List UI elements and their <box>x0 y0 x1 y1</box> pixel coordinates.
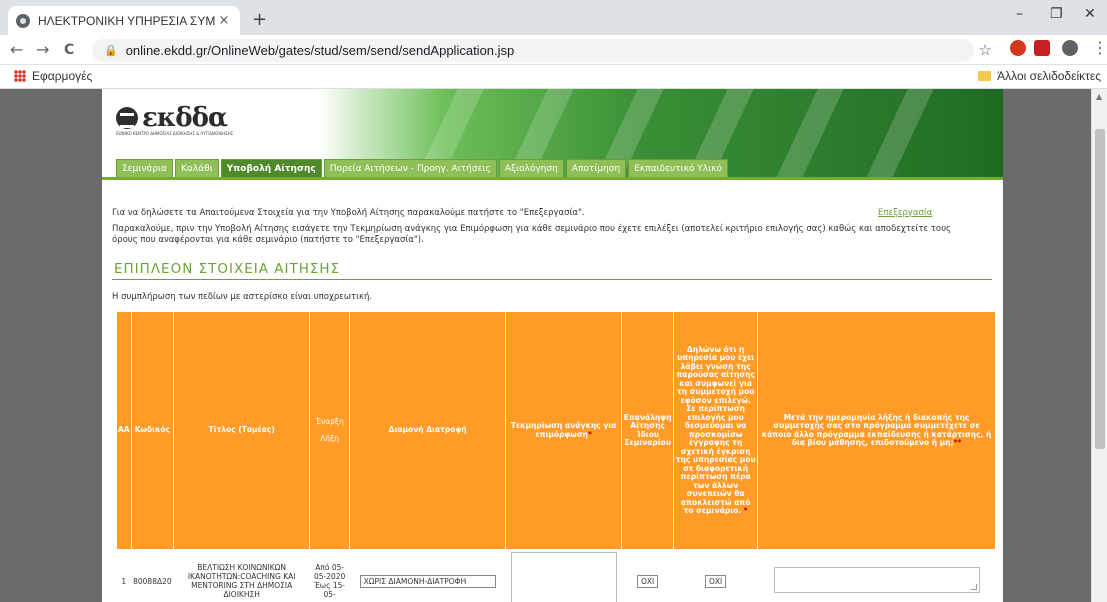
browser-menu-icon[interactable]: ⋮ <box>1092 38 1107 57</box>
opera-extension-icon[interactable] <box>1010 40 1026 56</box>
other-bookmarks-label: Άλλοι σελιδοδείκτες <box>997 69 1101 83</box>
logo-subtitle: ΕΘΝΙΚΟ ΚΕΝΤΡΟ ΔΗΜΟΣΙΑΣ ΔΙΟΙΚΗΣΗΣ & ΑΥΤΟΔ… <box>116 131 234 136</box>
cell-dates: Από 05-05-2020 Έως 15-05- <box>309 549 350 602</box>
lock-icon: 🔒 <box>104 45 118 57</box>
col-justification-label: Τεκμηρίωση ανάγκης για επιμόρφωση <box>510 421 617 439</box>
site-logo[interactable]: εκδδα <box>116 103 228 133</box>
cell-other-program <box>757 549 996 602</box>
profile-icon[interactable] <box>1062 40 1078 56</box>
required-star: * <box>743 506 748 515</box>
col-end: Λήξη <box>320 433 340 443</box>
browser-tab-bar: ΗΛΕΚΤΡΟΝΙΚΗ ΥΠΗΡΕΣΙΑ ΣΥΜΜ × + – ❐ ✕ <box>0 0 1107 35</box>
site-favicon-icon <box>16 13 30 28</box>
bookmark-star-icon[interactable]: ☆ <box>979 41 992 59</box>
justification-instruction-line1: Παρακαλούμε, πριν την Υποβολή Αίτησης ει… <box>112 224 952 234</box>
menu-item-educational-material[interactable]: Εκπαιδευτικό Υλικό <box>628 159 728 177</box>
col-justification: Τεκμηρίωση ανάγκης για επιμόρφωση* <box>505 311 623 550</box>
logo-text: εκδδα <box>142 103 228 133</box>
page-left-gutter <box>0 89 102 602</box>
forward-icon[interactable]: → <box>36 40 49 59</box>
other-bookmarks[interactable]: Άλλοι σελιδοδείκτες <box>978 69 1101 83</box>
col-start: Έναρξη <box>315 416 344 426</box>
close-window-icon[interactable]: ✕ <box>1084 6 1096 22</box>
menu-item-application-progress[interactable]: Πορεία Αιτήσεων - Προηγ. Αιτήσεις <box>323 159 497 177</box>
section-rule <box>112 279 992 280</box>
declaration-select[interactable]: ΟΧΙ <box>705 574 727 588</box>
col-code: Κωδικός <box>130 311 175 550</box>
table-row: 1 80088Δ20 ΒΕΛΤΙΩΣΗ ΚΟΙΝΩΝΙΚΩΝ ΙΚΑΝΟΤΗΤΩ… <box>116 549 996 602</box>
cell-declaration: ΟΧΙ <box>673 549 758 602</box>
accommodation-select[interactable]: ΧΩΡΙΣ ΔΙΑΜΟΝΗ-ΔΙΑΤΡΟΦΗ <box>359 574 496 588</box>
new-tab-button[interactable]: + <box>252 9 267 30</box>
cell-aa: 1 <box>116 549 132 602</box>
tab-close-icon[interactable]: × <box>216 13 232 28</box>
page-content: εκδδα ΕΘΝΙΚΟ ΚΕΝΤΡΟ ΔΗΜΟΣΙΑΣ ΔΙΟΙΚΗΣΗΣ &… <box>102 89 1003 602</box>
address-bar[interactable]: 🔒 online.ekdd.gr/OnlineWeb/gates/stud/se… <box>92 39 992 62</box>
col-dates: Έναρξη Λήξη <box>309 311 351 550</box>
pdf-extension-icon[interactable] <box>1034 40 1050 56</box>
cell-title: ΒΕΛΤΙΩΣΗ ΚΟΙΝΩΝΙΚΩΝ ΙΚΑΝΟΤΗΤΩΝ:COACHING … <box>173 549 310 602</box>
scroll-up-icon[interactable]: ▲ <box>1096 92 1102 101</box>
browser-tab[interactable]: ΗΛΕΚΤΡΟΝΙΚΗ ΥΠΗΡΕΣΙΑ ΣΥΜΜ × <box>8 6 240 35</box>
cell-accommodation: ΧΩΡΙΣ ΔΙΑΜΟΝΗ-ΔΙΑΤΡΟΦΗ <box>349 549 506 602</box>
col-accommodation: Διαμονή Διατροφή <box>349 311 507 550</box>
edit-link[interactable]: Επεξεργασία <box>878 208 932 218</box>
col-other-program: Μετά την ημερομηνία λήξης ή διακοπής της… <box>757 311 996 550</box>
required-star: * <box>588 429 592 439</box>
tab-title: ΗΛΕΚΤΡΟΝΙΚΗ ΥΠΗΡΕΣΙΑ ΣΥΜΜ <box>38 13 216 28</box>
section-title: ΕΠΙΠΛΕΟΝ ΣΤΟΙΧΕΙΑ ΑΙΤΗΣΗΣ <box>114 261 341 277</box>
cell-justification <box>505 549 622 602</box>
menu-item-submit-application[interactable]: Υποβολή Αίτησης <box>220 159 322 177</box>
col-declaration: Δηλώνω ότι η υπηρεσία μου έχει λάβει γνώ… <box>673 311 759 550</box>
col-title: Τίτλος (Τομέας) <box>173 311 311 550</box>
col-repeat: Επανάληψη Αίτησης Ίδιου Σεμιναρίου <box>621 311 675 550</box>
reload-icon[interactable]: C <box>64 42 74 58</box>
browser-toolbar: ← → C 🔒 online.ekdd.gr/OnlineWeb/gates/s… <box>0 35 1107 65</box>
scrollbar[interactable]: ▲ <box>1091 89 1107 602</box>
double-star: ** <box>953 438 962 447</box>
apps-grid-icon <box>14 70 26 82</box>
minimize-icon[interactable]: – <box>1016 6 1023 22</box>
edit-instruction: Για να δηλώσετε τα Απαιτούμενα Στοιχεία … <box>112 208 585 218</box>
folder-icon <box>978 71 992 81</box>
repeat-select[interactable]: ΟΧΙ <box>637 574 659 588</box>
menu-item-assessment[interactable]: Αποτίμηση <box>565 159 627 177</box>
menu-item-evaluation[interactable]: Αξιολόγηση <box>498 159 564 177</box>
justification-textarea[interactable] <box>510 552 617 602</box>
bookmarks-bar: Εφαρμογές Άλλοι σελιδοδείκτες <box>0 65 1107 89</box>
menu-item-seminars[interactable]: Σεμινάρια <box>116 159 173 177</box>
scrollbar-thumb[interactable] <box>1095 129 1105 449</box>
cell-repeat: ΟΧΙ <box>621 549 674 602</box>
maximize-icon[interactable]: ❐ <box>1050 6 1063 22</box>
other-program-textarea[interactable] <box>773 567 980 593</box>
col-aa: ΑΑ <box>116 311 132 550</box>
apps-shortcut[interactable]: Εφαρμογές <box>14 69 92 83</box>
main-menu: Σεμινάρια Καλάθι Υποβολή Αίτησης Πορεία … <box>116 159 728 177</box>
col-declaration-label: Δηλώνω ότι η υπηρεσία μου έχει λάβει γνώ… <box>675 344 756 515</box>
page-right-gutter <box>1003 89 1091 602</box>
url-text: online.ekdd.gr/OnlineWeb/gates/stud/sem/… <box>125 43 515 58</box>
site-banner: εκδδα ΕΘΝΙΚΟ ΚΕΝΤΡΟ ΔΗΜΟΣΙΑΣ ΔΙΟΙΚΗΣΗΣ &… <box>102 89 1003 177</box>
menu-item-cart[interactable]: Καλάθι <box>174 159 219 177</box>
application-table: ΑΑ Κωδικός Τίτλος (Τομέας) Έναρξη Λήξη Δ… <box>116 311 996 602</box>
menu-underline <box>102 177 1003 180</box>
back-icon[interactable]: ← <box>10 40 23 59</box>
required-note: Η συμπλήρωση των πεδίων με αστερίσκο είν… <box>112 292 373 302</box>
justification-instruction-line2: όρους που αναφέρονται για κάθε σεμινάριο… <box>112 235 424 245</box>
cell-code: 80088Δ20 <box>131 549 174 602</box>
apps-label: Εφαρμογές <box>32 69 93 83</box>
logo-mark-icon <box>116 107 138 129</box>
